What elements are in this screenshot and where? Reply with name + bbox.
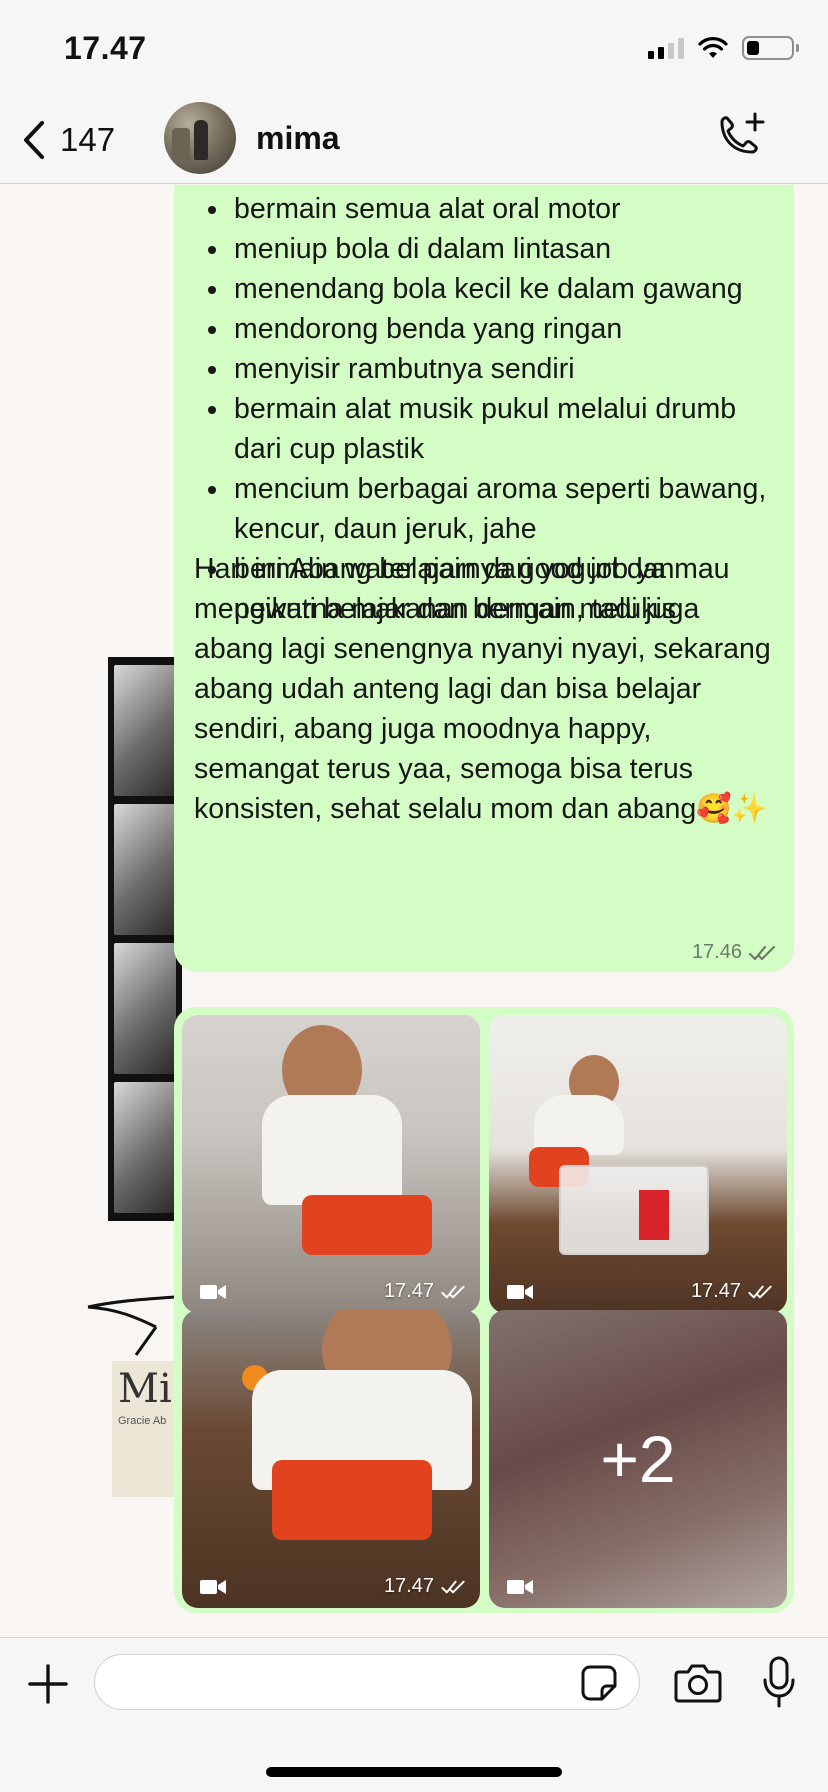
outgoing-message-bubble[interactable]: bermain semua alat oral motor meniup bol…	[174, 185, 794, 972]
wallpaper-star-scribble	[87, 1295, 175, 1356]
unread-count: 147	[60, 121, 116, 158]
chevron-left-icon	[24, 121, 44, 159]
list-item: menyisir rambutnya sendiri	[200, 349, 774, 389]
message-meta: 17.46	[692, 941, 776, 964]
contact-name[interactable]: mima	[256, 120, 340, 157]
input-bar	[0, 1637, 828, 1792]
media-time: 17.47	[383, 1280, 434, 1302]
list-item: mendorong benda yang ringan	[200, 309, 774, 349]
video-thumbnail[interactable]: 17.47	[182, 1310, 480, 1608]
back-button[interactable]: 147	[22, 116, 115, 164]
double-check-icon	[441, 1580, 465, 1593]
video-camera-icon	[200, 1580, 226, 1594]
video-camera-icon	[507, 1580, 533, 1594]
media-time: 17.47	[383, 1575, 434, 1597]
wifi-icon	[698, 37, 728, 58]
video-thumbnail[interactable]: 17.47	[489, 1015, 787, 1313]
list-item: bermain alat musik pukul melalui drumb d…	[200, 389, 774, 469]
status-time: 17.47	[64, 30, 147, 66]
list-item: menendang bola kecil ke dalam gawang	[200, 269, 774, 309]
message-paragraph: Hari ini Abang belajarnya good job ya ma…	[194, 553, 771, 825]
attach-plus-button[interactable]	[26, 1662, 70, 1706]
wallpaper-photo-strip	[108, 657, 182, 1221]
message-input[interactable]	[94, 1654, 640, 1710]
double-check-icon	[748, 945, 776, 960]
video-camera-icon	[507, 1285, 533, 1299]
status-icons	[648, 36, 799, 60]
media-meta: 17.47	[384, 1575, 466, 1598]
camera-button[interactable]	[674, 1662, 722, 1704]
media-album-bubble: 17.47 17.47 17.47 +2	[174, 1007, 794, 1613]
sticker-icon[interactable]	[580, 1664, 618, 1702]
more-media-count: +2	[489, 1310, 787, 1608]
media-meta: 17.47	[691, 1280, 773, 1303]
list-item: meniup bola di dalam lintasan	[200, 229, 774, 269]
message-time: 17.46	[691, 941, 742, 963]
cellular-signal-icon	[648, 37, 684, 59]
double-check-icon	[748, 1285, 772, 1298]
video-thumbnail[interactable]: 17.47	[182, 1015, 480, 1313]
microphone-button[interactable]	[762, 1656, 796, 1708]
media-time: 17.47	[690, 1280, 741, 1302]
media-meta: 17.47	[384, 1280, 466, 1303]
more-media-thumbnail[interactable]: +2	[489, 1310, 787, 1608]
status-bar: 17.47	[0, 0, 828, 96]
list-item: bermain semua alat oral motor	[200, 189, 774, 229]
chat-area[interactable]: Mi Gracie Ab bermain semua alat oral mot…	[0, 185, 828, 1637]
wallpaper-newspaper: Mi Gracie Ab	[112, 1361, 182, 1497]
avatar[interactable]	[164, 102, 236, 174]
home-indicator	[266, 1767, 562, 1777]
battery-icon	[742, 36, 799, 60]
add-call-button[interactable]	[712, 110, 768, 166]
list-item: mencium berbagai aroma seperti bawang, k…	[200, 469, 774, 549]
video-camera-icon	[200, 1285, 226, 1299]
chat-header: 147 mima	[0, 96, 828, 184]
double-check-icon	[441, 1285, 465, 1298]
